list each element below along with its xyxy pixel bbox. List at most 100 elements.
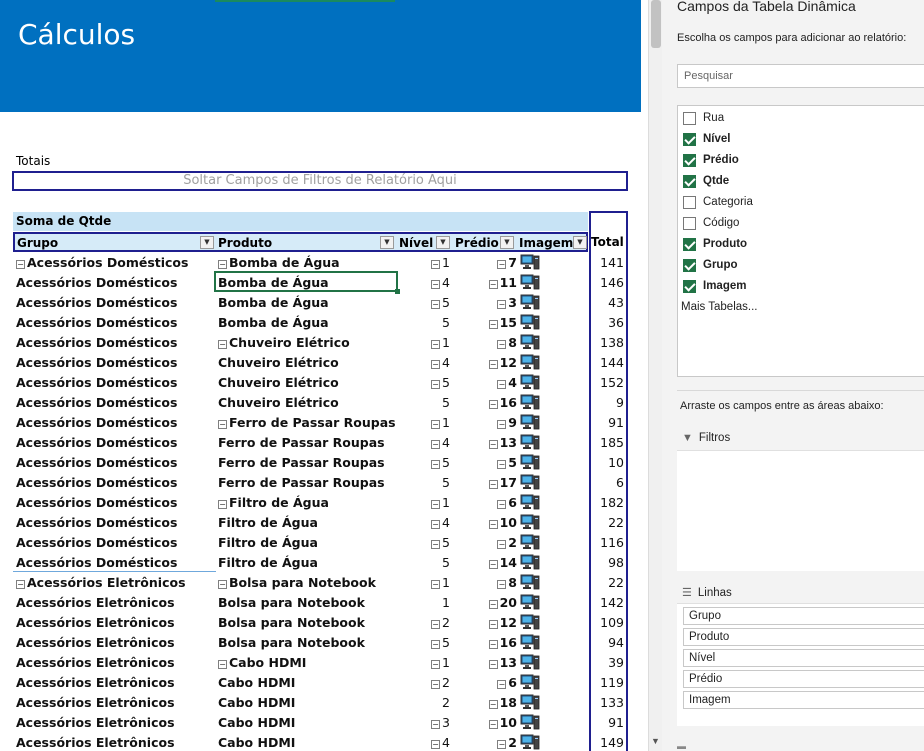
header-total[interactable]: Total [591,232,626,252]
collapse-minus-icon[interactable]: − [497,460,507,469]
field-checkbox[interactable] [683,175,696,188]
field-checkbox[interactable] [683,259,696,272]
cell-grupo[interactable]: Acessórios Domésticos [16,375,177,390]
collapse-minus-icon[interactable]: − [431,340,440,349]
cell-predio[interactable]: −16 [487,395,517,410]
cell-produto[interactable]: − Cabo HDMI [218,655,306,670]
cell-total[interactable]: 43 [591,295,624,310]
cell-grupo[interactable]: Acessórios Domésticos [16,415,177,430]
collapse-minus-icon[interactable]: − [218,660,227,669]
table-row[interactable]: Acessórios Domésticos Ferro de Passar Rou… [13,472,626,492]
rows-field-item[interactable]: Produto [683,628,924,646]
cell-grupo[interactable]: Acessórios Domésticos [16,315,177,330]
cell-nivel[interactable]: −5 [431,635,453,650]
cell-produto[interactable]: Filtro de Água [218,515,318,530]
collapse-minus-icon[interactable]: − [431,580,440,589]
cell-total[interactable]: 91 [591,715,624,730]
collapse-minus-icon[interactable]: − [488,700,498,709]
cell-predio[interactable]: −9 [487,415,517,430]
cell-total[interactable]: 94 [591,635,624,650]
cell-produto[interactable]: − Ferro de Passar Roupas [218,415,396,430]
cell-total[interactable]: 9 [591,395,624,410]
cell-total[interactable]: 119 [591,675,624,690]
cell-grupo[interactable]: Acessórios Domésticos [16,275,177,290]
collapse-minus-icon[interactable]: − [431,280,440,289]
cell-predio[interactable]: −5 [487,455,517,470]
cell-predio[interactable]: −12 [487,615,517,630]
cell-produto[interactable]: Cabo HDMI [218,715,295,730]
field-checkbox[interactable] [683,133,696,146]
table-row[interactable]: Acessórios Domésticos Bomba de Água −5 −3 43 [13,292,626,312]
cell-nivel[interactable]: 5 [431,555,453,570]
field-checkbox[interactable] [683,112,696,125]
cell-predio[interactable]: −10 [487,715,517,730]
cell-grupo[interactable]: Acessórios Domésticos [16,395,177,410]
cell-nivel[interactable]: −5 [431,535,453,550]
cell-predio[interactable]: −15 [487,315,517,330]
more-tables-link[interactable]: Mais Tabelas... [681,301,758,313]
cell-nivel[interactable]: −1 [431,575,453,590]
cell-grupo[interactable]: Acessórios Domésticos [16,535,177,550]
table-row[interactable]: Acessórios Eletrônicos Cabo HDMI −3 −10 91 [13,712,626,732]
table-row[interactable]: Acessórios Domésticos Filtro de Água 5 −14 9… [13,552,626,572]
cell-produto[interactable]: Cabo HDMI [218,735,295,750]
collapse-minus-icon[interactable]: − [16,580,25,589]
cell-nivel[interactable]: 5 [431,475,453,490]
table-row[interactable]: Acessórios Eletrônicos Cabo HDMI −4 −2 149 [13,732,626,751]
header-predio[interactable]: Prédio [455,235,499,251]
collapse-minus-icon[interactable]: − [16,260,25,269]
cell-produto[interactable]: − Filtro de Água [218,495,329,510]
collapse-minus-icon[interactable]: − [431,260,440,269]
cell-grupo[interactable]: Acessórios Domésticos [16,495,177,510]
collapse-minus-icon[interactable]: − [488,360,498,369]
cell-total[interactable]: 142 [591,595,624,610]
cell-grupo[interactable]: Acessórios Domésticos [16,475,177,490]
cell-grupo[interactable]: Acessórios Domésticos [16,455,177,470]
cell-nivel[interactable]: −5 [431,295,453,310]
cell-total[interactable]: 141 [591,255,624,270]
imagem-filter-dropdown-icon[interactable]: ▼ [573,236,587,249]
cell-nivel[interactable]: −2 [431,675,453,690]
field-checkbox[interactable] [683,280,696,293]
cell-predio[interactable]: −13 [487,655,517,670]
cell-total[interactable]: 98 [591,555,624,570]
cell-predio[interactable]: −6 [487,495,517,510]
collapse-minus-icon[interactable]: − [431,520,440,529]
table-row[interactable]: Acessórios Eletrônicos Bolsa para Noteboo… [13,632,626,652]
cell-grupo[interactable]: Acessórios Eletrônicos [16,735,175,750]
table-row[interactable]: Acessórios Domésticos Ferro de Passar Rou… [13,432,626,452]
cell-total[interactable]: 149 [591,735,624,750]
cell-produto[interactable]: Cabo HDMI [218,695,295,710]
collapse-minus-icon[interactable]: − [488,480,498,489]
cell-nivel[interactable]: −1 [431,655,453,670]
table-row[interactable]: Acessórios Domésticos Filtro de Água −4 −10… [13,512,626,532]
fill-handle[interactable] [395,289,400,294]
cell-produto[interactable]: Ferro de Passar Roupas [218,475,385,490]
cell-nivel[interactable]: −4 [431,275,453,290]
header-imagem[interactable]: Imagem [519,235,573,251]
collapse-minus-icon[interactable]: − [488,600,498,609]
cell-grupo[interactable]: Acessórios Domésticos [16,295,177,310]
cell-total[interactable]: 22 [591,515,624,530]
cell-nivel[interactable]: −1 [431,335,453,350]
cell-predio[interactable]: −3 [487,295,517,310]
cell-total[interactable]: 22 [591,575,624,590]
cell-total[interactable]: 6 [591,475,624,490]
cell-nivel[interactable]: 2 [431,695,453,710]
collapse-minus-icon[interactable]: − [431,460,440,469]
collapse-minus-icon[interactable]: − [431,360,440,369]
collapse-minus-icon[interactable]: − [497,500,507,509]
cell-nivel[interactable]: −2 [431,615,453,630]
table-row[interactable]: Acessórios Eletrônicos Bolsa para Noteboo… [13,592,626,612]
collapse-minus-icon[interactable]: − [488,640,498,649]
scrollbar-thumb[interactable] [651,0,661,48]
table-row[interactable]: Acessórios Domésticos Chuveiro Elétrico 5 −… [13,392,626,412]
collapse-minus-icon[interactable]: − [431,620,440,629]
cell-predio[interactable]: −16 [487,635,517,650]
cell-grupo[interactable]: Acessórios Eletrônicos [16,655,175,670]
collapse-minus-icon[interactable]: − [431,640,440,649]
table-row[interactable]: Acessórios Domésticos − Chuveiro Elétrico −… [13,332,626,352]
collapse-minus-icon[interactable]: − [431,500,440,509]
collapse-minus-icon[interactable]: − [488,520,498,529]
cell-nivel[interactable]: −1 [431,495,453,510]
